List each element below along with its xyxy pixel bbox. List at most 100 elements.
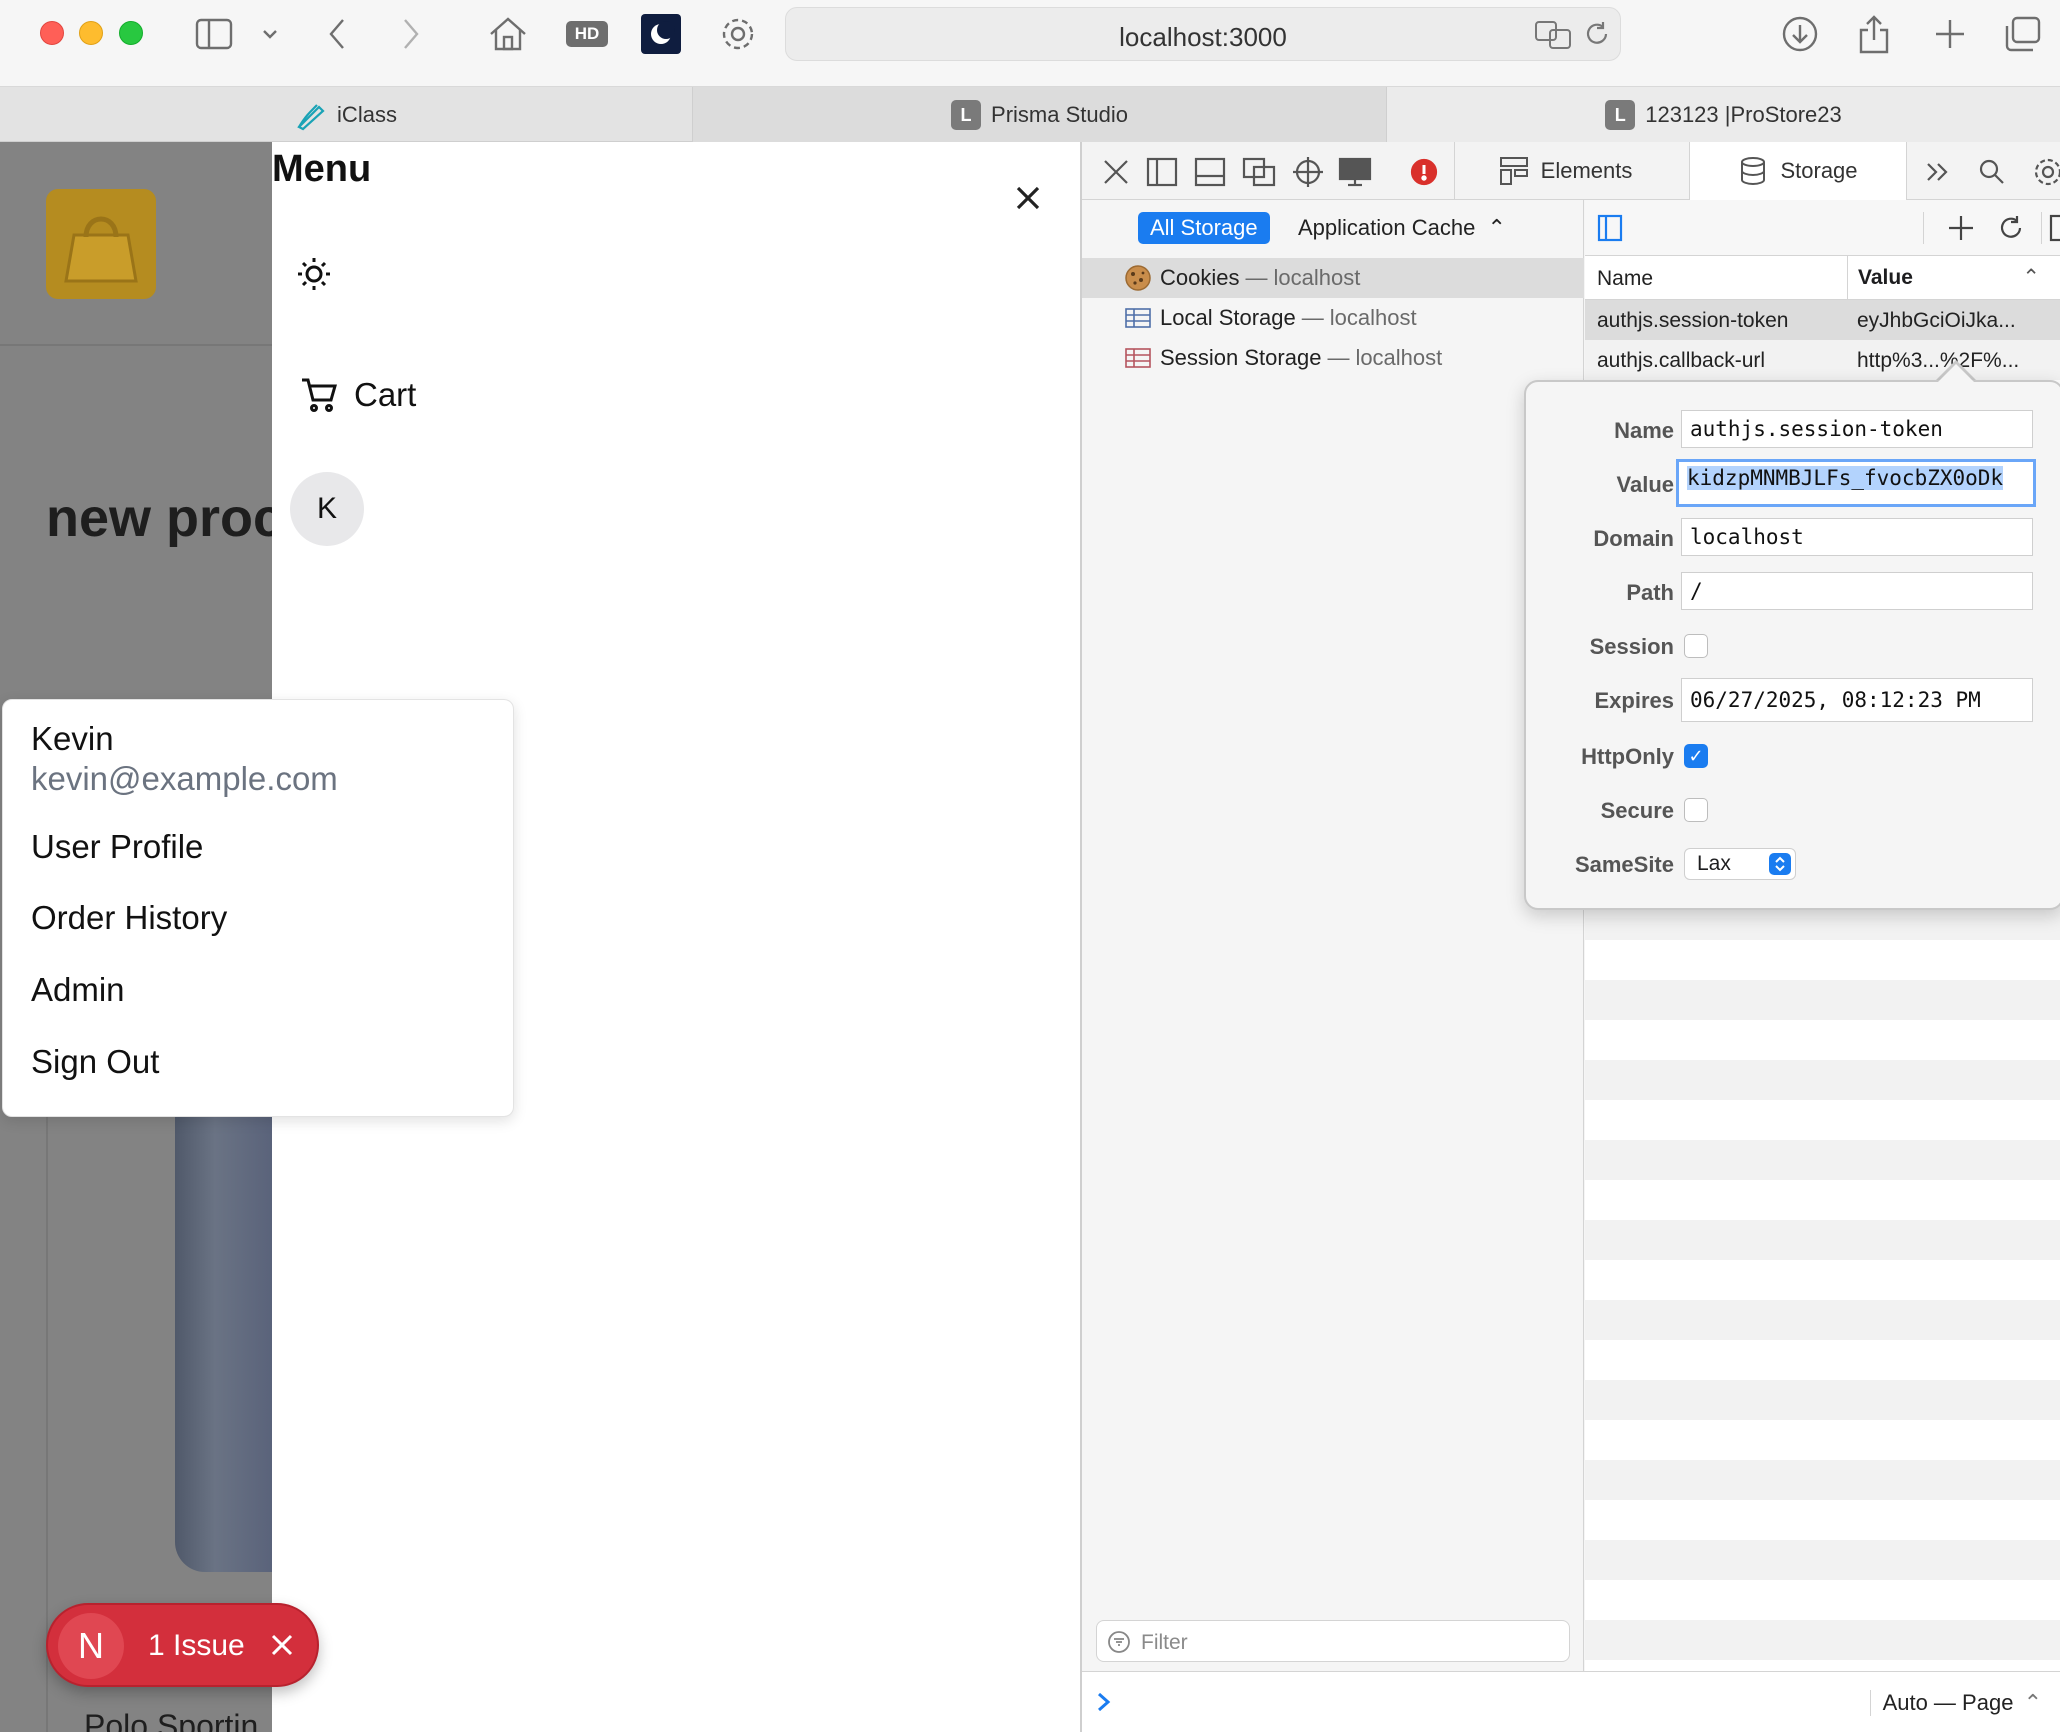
- device-preview-icon[interactable]: [1338, 156, 1372, 188]
- element-picker-crosshair-icon[interactable]: [1292, 156, 1324, 188]
- close-icon[interactable]: [1008, 178, 1048, 218]
- dock-left-icon[interactable]: [1146, 156, 1178, 188]
- chevron-down-icon[interactable]: [258, 12, 282, 56]
- sort-ascending-icon: ⌃: [2022, 266, 2040, 289]
- menu-item-sign-out[interactable]: Sign Out: [31, 1043, 159, 1081]
- more-tabs-chevrons-icon[interactable]: [1922, 156, 1954, 188]
- home-icon[interactable]: [486, 12, 530, 56]
- label-value: Value: [1616, 472, 1674, 497]
- tab-label: Prisma Studio: [991, 101, 1128, 127]
- user-email: kevin@example.com: [31, 760, 338, 797]
- shopping-bag-icon: [64, 216, 138, 283]
- detach-window-icon[interactable]: [1242, 156, 1276, 188]
- sidebar-item-label: Cookies: [1160, 265, 1240, 290]
- pen-icon: [297, 103, 325, 130]
- menu-item-admin[interactable]: Admin: [31, 971, 125, 1009]
- sidebar-item-session-storage[interactable]: Session Storage — localhost: [1082, 338, 1584, 378]
- toggle-details-icon[interactable]: [1597, 214, 1623, 247]
- tab-iclass[interactable]: iClass: [0, 87, 693, 142]
- session-checkbox[interactable]: [1684, 634, 1708, 658]
- issue-count-label[interactable]: 1 Issue: [148, 1629, 245, 1663]
- table-grid-icon: [1124, 304, 1152, 332]
- dismiss-close-icon[interactable]: [264, 1627, 300, 1663]
- toolbar-divider: [2041, 212, 2042, 244]
- tab-prisma-studio[interactable]: L Prisma Studio: [693, 87, 1387, 142]
- filter-placeholder: Filter: [1141, 1631, 1188, 1654]
- error-indicator-icon[interactable]: [1408, 156, 1440, 188]
- sidebar-item-cookies[interactable]: Cookies — localhost: [1082, 258, 1584, 298]
- nextjs-issue-badge[interactable]: N 1 Issue: [46, 1603, 319, 1687]
- tab-prostore[interactable]: L 123123 |ProStore23: [1387, 87, 2060, 142]
- host-separator: —: [1301, 305, 1324, 330]
- cookie-domain-field[interactable]: localhost: [1681, 518, 2033, 556]
- zoom-window-button[interactable]: [119, 21, 143, 45]
- cookie-value-text: kidzpMNMBJLFs_fvocbZX0oDk: [1687, 466, 2004, 490]
- menu-item-user-profile[interactable]: User Profile: [31, 828, 203, 866]
- reload-icon[interactable]: [1584, 20, 1610, 53]
- share-icon[interactable]: [1852, 12, 1896, 56]
- gear-icon[interactable]: [716, 12, 760, 56]
- cart-icon: [302, 378, 337, 412]
- new-tab-icon[interactable]: [1928, 12, 1972, 56]
- label-name: Name: [1614, 418, 1674, 443]
- tab-favicon: L: [951, 99, 982, 130]
- scope-application-cache[interactable]: Application Cache ⌃: [1298, 212, 1506, 244]
- tab-storage[interactable]: Storage: [1689, 142, 1907, 200]
- header-divider: [0, 344, 272, 346]
- sidebar-toggle-icon[interactable]: [192, 12, 236, 56]
- httponly-checkbox[interactable]: ✓: [1684, 744, 1708, 768]
- nextjs-logo-icon: N: [58, 1613, 124, 1679]
- execution-context-select[interactable]: Auto — Page ⌃: [1869, 1690, 2042, 1716]
- store-logo[interactable]: [46, 189, 156, 299]
- user-avatar[interactable]: K: [290, 472, 364, 546]
- settings-gear-icon[interactable]: [2032, 156, 2060, 188]
- table-row[interactable]: authjs.session-token eyJhbGciOiJka...: [1585, 300, 2060, 340]
- theme-toggle-icon[interactable]: [292, 252, 336, 296]
- sidebar-item-local-storage[interactable]: Local Storage — localhost: [1082, 298, 1584, 338]
- label-session: Session: [1589, 634, 1674, 659]
- tab-storage-label: Storage: [1780, 158, 1858, 183]
- samesite-select[interactable]: Lax: [1684, 848, 1796, 880]
- close-window-button[interactable]: [40, 21, 64, 45]
- cookie-value-field[interactable]: kidzpMNMBJLFs_fvocbZX0oDk: [1676, 459, 2036, 507]
- tab-overview-icon[interactable]: [2000, 12, 2044, 56]
- column-header-name[interactable]: Name: [1597, 267, 1653, 291]
- secure-checkbox[interactable]: [1684, 798, 1708, 822]
- search-icon[interactable]: [1976, 156, 2008, 188]
- tab-elements-label: Elements: [1540, 158, 1633, 183]
- expires-datetime-field[interactable]: 06/27/2025, 08:12:23 PM: [1681, 678, 2033, 722]
- label-path: Path: [1626, 580, 1674, 605]
- back-arrow-icon[interactable]: [322, 12, 352, 56]
- filter-input[interactable]: Filter: [1096, 1620, 1570, 1662]
- table-header: Name Value ⌃: [1585, 256, 2060, 300]
- download-icon[interactable]: [1778, 12, 1822, 56]
- product-title[interactable]: Polo Sportin: [84, 1708, 258, 1732]
- address-bar[interactable]: localhost:3000: [785, 7, 1621, 61]
- menu-item-order-history[interactable]: Order History: [31, 899, 227, 937]
- minimize-window-button[interactable]: [79, 21, 103, 45]
- refresh-icon[interactable]: [1997, 214, 2025, 247]
- dock-bottom-icon[interactable]: [1194, 156, 1226, 188]
- column-header-value[interactable]: Value ⌃: [1847, 256, 2060, 300]
- panel-layout-icon[interactable]: [2049, 214, 2060, 247]
- updown-chevron-icon: [1769, 853, 1791, 875]
- cart-link[interactable]: Cart: [300, 370, 416, 420]
- cookie-name-cell: authjs.callback-url: [1597, 349, 1766, 372]
- table-row[interactable]: authjs.callback-url http%3...%2F%...: [1585, 340, 2060, 380]
- hd-extension-badge[interactable]: HD: [566, 21, 608, 47]
- cookie-path-field[interactable]: /: [1681, 572, 2033, 610]
- sidebar-item-label: Local Storage: [1160, 305, 1296, 330]
- label-samesite: SameSite: [1574, 852, 1674, 877]
- translate-icon[interactable]: [1534, 20, 1572, 55]
- sidebar-item-label: Session Storage: [1160, 345, 1322, 370]
- console-prompt-chevron-icon[interactable]: [1094, 1690, 1114, 1719]
- tab-elements[interactable]: Elements: [1454, 142, 1676, 200]
- forward-arrow-icon[interactable]: [396, 12, 426, 56]
- cookie-name-field[interactable]: authjs.session-token: [1681, 410, 2033, 448]
- add-cookie-icon[interactable]: [1947, 214, 1975, 247]
- table-toolbar: [1585, 200, 2060, 256]
- moon-icon[interactable]: [641, 14, 681, 54]
- scope-all-storage[interactable]: All Storage: [1138, 212, 1270, 244]
- tab-label: 123123 |ProStore23: [1645, 101, 1842, 127]
- close-inspector-icon[interactable]: [1100, 156, 1132, 188]
